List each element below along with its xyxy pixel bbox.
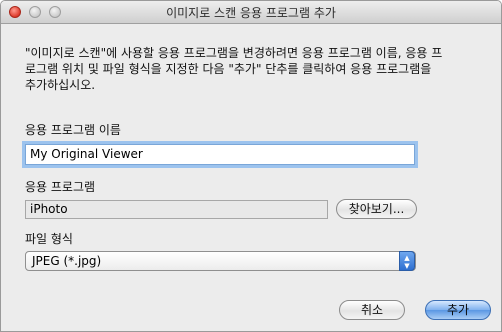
instructions-line: "이미지로 스캔"에 사용할 응용 프로그램을 변경하려면 응용 프로그램 이름… [25,46,443,60]
select-arrows-icon: ▲ ▼ [399,251,415,271]
window-title: 이미지로 스캔 응용 프로그램 추가 [166,6,336,20]
file-format-label: 파일 형식 [25,232,73,246]
application-path-field: iPhoto [25,200,328,219]
app-name-input[interactable]: My Original Viewer [25,144,415,165]
add-button[interactable]: 추가 [425,300,491,320]
instructions-line: 로그램 위치 및 파일 형식을 지정한 다음 "추가" 단추를 클릭하여 응용 … [25,62,432,76]
browse-button[interactable]: 찾아보기... [336,199,417,219]
file-format-select[interactable]: JPEG (*.jpg) ▲ ▼ [25,251,416,271]
app-name-label: 응용 프로그램 이름 [25,123,121,137]
cancel-button[interactable]: 취소 [339,300,405,320]
dialog-window: 이미지로 스캔 응용 프로그램 추가 "이미지로 스캔"에 사용할 응용 프로그… [0,0,502,332]
file-format-selected-value: JPEG (*.jpg) [32,254,102,268]
instructions-line: 추가하십시오. [25,78,96,92]
title-bar: 이미지로 스캔 응용 프로그램 추가 [1,1,501,24]
application-label: 응용 프로그램 [25,180,96,194]
instructions-text: "이미지로 스캔"에 사용할 응용 프로그램을 변경하려면 응용 프로그램 이름… [25,45,481,93]
